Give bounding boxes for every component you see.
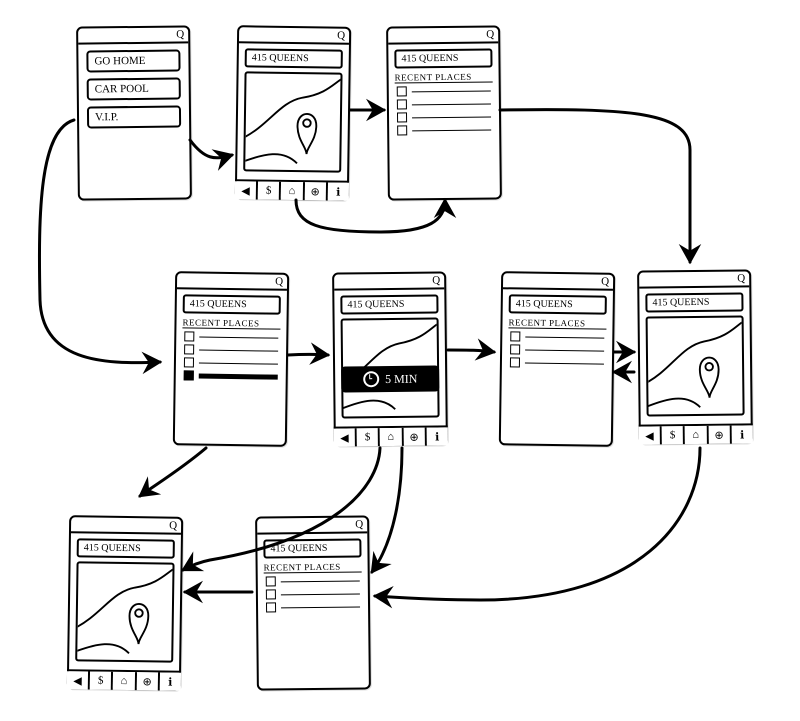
address-field[interactable]: 415 QUEENS (245, 48, 343, 68)
search-icon[interactable]: Q (737, 272, 745, 284)
tab-info[interactable]: ℹ (160, 672, 181, 690)
screen-home-menu: Q GO HOME CAR POOL V.I.P. (76, 25, 192, 200)
tab-back[interactable]: ◀ (67, 671, 90, 689)
screen-recent-short: Q 415 QUEENS RECENT PLACES (499, 271, 615, 447)
screen-map-eta: Q 415 QUEENS 5 MIN ◀ $ ⌂ ⊕ ℹ (332, 271, 448, 446)
vip-button[interactable]: V.I.P. (87, 106, 181, 129)
eta-label: 5 MIN (385, 371, 417, 386)
status-bar: Q (639, 271, 749, 288)
status-bar: Q (71, 517, 181, 535)
list-item[interactable] (184, 357, 278, 368)
screen-recent-short-2: Q 415 QUEENS RECENT PLACES (255, 515, 371, 690)
list-item[interactable] (397, 125, 491, 136)
tab-back[interactable]: ◀ (334, 428, 357, 446)
eta-overlay: 5 MIN (341, 365, 439, 392)
tab-fare[interactable]: $ (662, 426, 685, 444)
clock-icon (363, 371, 379, 387)
list-item[interactable] (397, 86, 491, 97)
list-item[interactable] (266, 589, 360, 600)
screen-map-address-3: Q 415 QUEENS ◀ $ ⌂ ⊕ ℹ (67, 515, 183, 691)
list-item[interactable] (184, 344, 278, 355)
tab-fare[interactable]: $ (90, 672, 113, 690)
screen-recent-selected: Q 415 QUEENS RECENT PLACES (173, 271, 289, 447)
screen-map-address-2: Q 415 QUEENS ◀ $ ⌂ ⊕ ℹ (637, 269, 753, 444)
status-bar: Q (334, 273, 444, 290)
tab-bar: ◀ $ ⌂ ⊕ ℹ (235, 179, 349, 201)
status-bar: Q (239, 27, 349, 45)
tab-home[interactable]: ⌂ (281, 182, 304, 200)
search-icon[interactable]: Q (601, 276, 609, 288)
recent-header: RECENT PLACES (508, 317, 606, 329)
recent-header: RECENT PLACES (182, 317, 280, 329)
list-item[interactable] (510, 331, 604, 342)
tab-locate[interactable]: ⊕ (708, 426, 731, 444)
tab-back[interactable]: ◀ (639, 426, 662, 444)
map-view[interactable] (646, 315, 745, 416)
list-item[interactable] (510, 357, 604, 368)
address-field[interactable]: 415 QUEENS (263, 538, 361, 558)
list-item[interactable] (397, 99, 491, 110)
tab-info[interactable]: ℹ (732, 425, 753, 443)
search-icon[interactable]: Q (275, 276, 283, 288)
address-field[interactable]: 415 QUEENS (645, 292, 743, 312)
tab-locate[interactable]: ⊕ (304, 182, 327, 200)
address-field[interactable]: 415 QUEENS (77, 538, 175, 558)
search-icon[interactable]: Q (486, 28, 494, 40)
address-field[interactable]: 415 QUEENS (183, 294, 281, 314)
status-bar: Q (257, 517, 367, 534)
status-bar: Q (388, 27, 498, 44)
recent-header: RECENT PLACES (264, 561, 362, 573)
screen-map-address: Q 415 QUEENS ◀ $ ⌂ ⊕ ℹ (235, 25, 351, 201)
address-field[interactable]: 415 QUEENS (509, 294, 607, 314)
tab-locate[interactable]: ⊕ (403, 428, 426, 446)
tab-bar: ◀ $ ⌂ ⊕ ℹ (639, 423, 753, 444)
list-item[interactable] (184, 331, 278, 342)
status-bar: Q (177, 273, 287, 291)
search-icon[interactable]: Q (337, 30, 345, 42)
search-icon[interactable]: Q (169, 520, 177, 532)
list-item[interactable] (397, 112, 491, 123)
address-field[interactable]: 415 QUEENS (340, 294, 438, 314)
tab-locate[interactable]: ⊕ (136, 672, 159, 690)
search-icon[interactable]: Q (176, 28, 184, 40)
search-icon[interactable]: Q (432, 274, 440, 286)
tab-bar: ◀ $ ⌂ ⊕ ℹ (334, 425, 448, 446)
go-home-button[interactable]: GO HOME (86, 50, 180, 73)
tab-bar: ◀ $ ⌂ ⊕ ℹ (67, 669, 181, 691)
recent-header: RECENT PLACES (395, 71, 493, 83)
tab-home[interactable]: ⌂ (113, 672, 136, 690)
screen-recent-list: Q 415 QUEENS RECENT PLACES (386, 25, 502, 200)
address-field[interactable]: 415 QUEENS (394, 48, 492, 68)
status-bar: Q (503, 273, 613, 291)
car-pool-button[interactable]: CAR POOL (87, 78, 181, 101)
status-bar: Q (78, 27, 188, 44)
search-icon[interactable]: Q (355, 518, 363, 530)
tab-fare[interactable]: $ (357, 428, 380, 446)
tab-back[interactable]: ◀ (235, 181, 258, 199)
tab-info[interactable]: ℹ (427, 427, 448, 445)
tab-home[interactable]: ⌂ (685, 426, 708, 444)
map-view[interactable] (75, 561, 174, 662)
tab-info[interactable]: ℹ (328, 182, 349, 200)
map-view[interactable] (243, 71, 342, 172)
tab-fare[interactable]: $ (258, 182, 281, 200)
list-item[interactable] (510, 344, 604, 355)
tab-home[interactable]: ⌂ (380, 428, 403, 446)
list-item-selected[interactable] (184, 370, 278, 381)
list-item[interactable] (266, 576, 360, 587)
list-item[interactable] (266, 602, 360, 613)
